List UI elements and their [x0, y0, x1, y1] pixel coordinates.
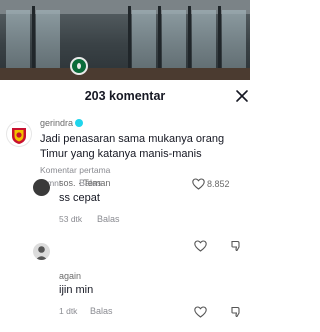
- friend-tag: · Teman: [78, 178, 111, 188]
- window-panel: [36, 10, 60, 74]
- comment-text: Jadi penasaran sama mukanya orang Timur …: [40, 133, 225, 160]
- comment-username[interactable]: gerindra: [40, 118, 84, 128]
- comment-time: 1 dtk: [59, 306, 78, 316]
- window-panel: [192, 10, 216, 74]
- comment-username[interactable]: sos. · Teman: [59, 178, 110, 188]
- avatar[interactable]: [6, 121, 32, 147]
- comment-text: ijin min: [59, 284, 94, 296]
- video-preview[interactable]: [0, 0, 250, 80]
- comment-count-title: 203 komentar: [84, 89, 166, 103]
- store-logo: [70, 57, 88, 75]
- reply-button[interactable]: Balas: [97, 214, 120, 224]
- username-text: gerindra: [40, 118, 74, 128]
- like-heart-icon[interactable]: [192, 178, 205, 190]
- window-panel: [162, 10, 186, 74]
- username-text: sos.: [59, 178, 76, 188]
- comment-text: ss cepat: [59, 192, 100, 204]
- comment-time: 53 dtk: [59, 214, 83, 224]
- avatar[interactable]: [33, 179, 50, 196]
- store-counter: [0, 68, 250, 80]
- verified-badge-icon: [75, 118, 84, 127]
- avatar[interactable]: [33, 243, 50, 260]
- comment-username[interactable]: again: [59, 271, 81, 281]
- like-heart-icon[interactable]: [194, 306, 207, 318]
- comment-sheet: 203 komentar gerindra Jadi penasaran sam…: [0, 80, 250, 332]
- reply-button[interactable]: Balas: [90, 306, 113, 316]
- comment-label: Komentar pertama: [40, 165, 111, 175]
- party-emblem-icon: [12, 128, 26, 144]
- like-heart-icon[interactable]: [194, 240, 207, 252]
- window-panel: [132, 10, 156, 74]
- dislike-icon[interactable]: [230, 306, 243, 318]
- window-panel: [6, 10, 30, 74]
- username-text: again: [59, 271, 82, 281]
- window-panel: [222, 10, 246, 74]
- close-icon[interactable]: [234, 88, 250, 104]
- dislike-icon[interactable]: [230, 240, 243, 252]
- like-count: 8.852: [207, 179, 230, 189]
